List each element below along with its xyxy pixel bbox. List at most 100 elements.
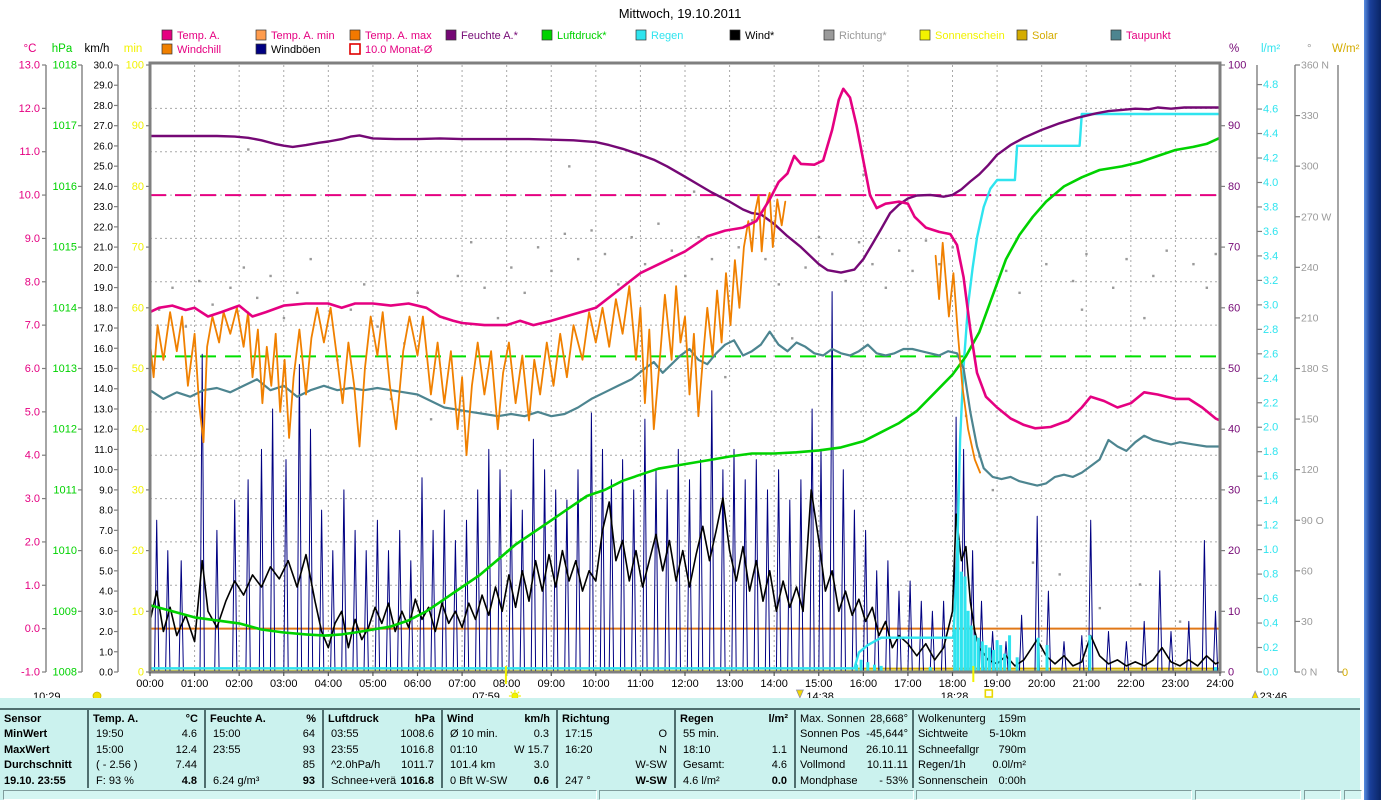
legend-label: Richtung* [839,30,887,42]
x-label: 18:00 [939,678,967,690]
stat-value: 93 [302,743,315,756]
stat-value: 0.6 [533,774,549,787]
axis-label: 70 [132,242,144,254]
axis-label: 4.0 [25,450,40,462]
axis-label: 0.0 [1263,667,1278,679]
legend-item-regen: Regen [635,29,683,42]
stat-value: 93 [302,774,315,787]
axis-: ° 0 N 30 60 90 O 120 150 180 S 210 240 270 W 300 330… [1294,43,1331,679]
x-label: 15:00 [805,678,833,690]
column-unit: % [306,713,316,725]
stat-value: 1011.7 [401,759,434,772]
legend-label: Sonnenschein [935,30,1005,42]
axis-label: 0.6 [1263,593,1278,605]
axis-label: 18.0 [94,303,114,314]
x-label: 17:00 [894,678,922,690]
sunset-square-icon [984,689,994,698]
x-label: 11:00 [627,678,654,690]
axis-label: 1017 [53,120,77,132]
axis-label: 23.0 [94,202,114,213]
row-header: Sensor [4,713,42,725]
legend-label: 10.0 Monat-Ø [365,44,433,56]
row-header: Durchschnitt [4,759,72,772]
axis-label: 60 [132,302,144,314]
statusbar-segment [1195,790,1301,800]
direction-dot [724,375,727,379]
direction-dot [643,262,647,266]
direction-dot [1080,308,1084,311]
statusbar-segment [916,790,1192,800]
axis-label: 4.4 [1263,128,1278,140]
statusbar-segment [599,790,914,800]
axis-label: 1011 [53,484,77,496]
axis-label: 13.0 [94,404,114,415]
axis-label: 7.0 [25,320,40,332]
x-label: 10:00 [582,678,610,690]
axis-label: 10 [132,606,144,618]
direction-dot [1125,257,1128,261]
direction-dot [483,286,486,289]
stat-value: 3.0 [533,759,549,772]
axis-label: 330 [1301,110,1319,122]
axis-header: l/m² [1261,43,1280,55]
x-label: 22:00 [1117,678,1145,690]
axis-label: 17.0 [94,324,114,335]
axis-label: 210 [1301,312,1319,324]
x-label: 06:00 [404,678,432,690]
axis-header: % [1229,43,1239,55]
legend-item-luftdruck-: Luftdruck* [541,29,607,42]
direction-dot [1071,279,1075,283]
axis-percent: % 0 10 20 30 40 50 60 70 80 90 100 [1220,43,1246,679]
stat-value: 28,668° [869,713,908,725]
direction-dot [363,283,366,286]
table-divider [556,710,558,788]
axis-label: 40 [1228,424,1240,436]
legend-label: Solar [1032,30,1058,42]
axis-label: 2.0 [1263,422,1278,434]
statusbar-segment [3,790,597,800]
direction-dot [229,286,232,289]
direction-dot [282,316,286,320]
legend-swatch [161,43,173,55]
axis-label: 4.8 [1263,79,1278,91]
weather-app-window: °C -1.0 0.0 1.0 2.0 3.0 4.0 5.0 6.0 7.0 8.0 9.0 10.0… [0,0,1381,800]
desktop-background-band [1364,0,1381,800]
stat-value: 5-10km [989,728,1026,741]
statusbar-segment [1344,790,1362,800]
stat-value: 85 [302,759,315,772]
axis-header: W/m² [1332,43,1360,55]
axis-label: 1015 [53,242,77,254]
legend-label: Temp. A. max [365,30,432,42]
axis-label: 240 [1301,262,1319,274]
axis-label: 2.4 [1263,373,1278,385]
legend-item-windb-en: Windböen [255,43,321,56]
axis-label: 4.0 [99,587,113,598]
x-label: 07:00 [448,678,476,690]
direction-dot [256,296,259,300]
direction-dot [376,325,379,328]
axis-label: 4.2 [1263,153,1278,165]
direction-dot [242,266,246,269]
axis-min: min 0 10 20 30 40 50 60 70 80 90 100 [124,43,150,679]
direction-dot [456,274,460,278]
axis-label: 3.0 [99,607,113,618]
direction-dot [737,246,740,249]
stat-value: 10.11.11 [866,759,908,772]
direction-dot [1138,583,1142,586]
axis-label: 10.0 [94,465,114,476]
stat-value: 0.3 [533,728,549,741]
legend-swatch [919,29,931,41]
axis-label: 9.0 [25,233,40,245]
direction-dot [1005,269,1008,273]
x-label: 21:00 [1072,678,1100,690]
direction-dot [184,325,188,328]
direction-dot [657,222,660,225]
axis-label: 5.0 [99,566,113,577]
axis-header: min [124,43,143,55]
axis-label: 22.0 [94,222,114,233]
sun-ray [517,691,520,694]
stat-value [683,727,787,742]
legend-swatch [729,29,741,41]
axis-header: °C [24,43,37,55]
direction-dot [550,269,553,273]
